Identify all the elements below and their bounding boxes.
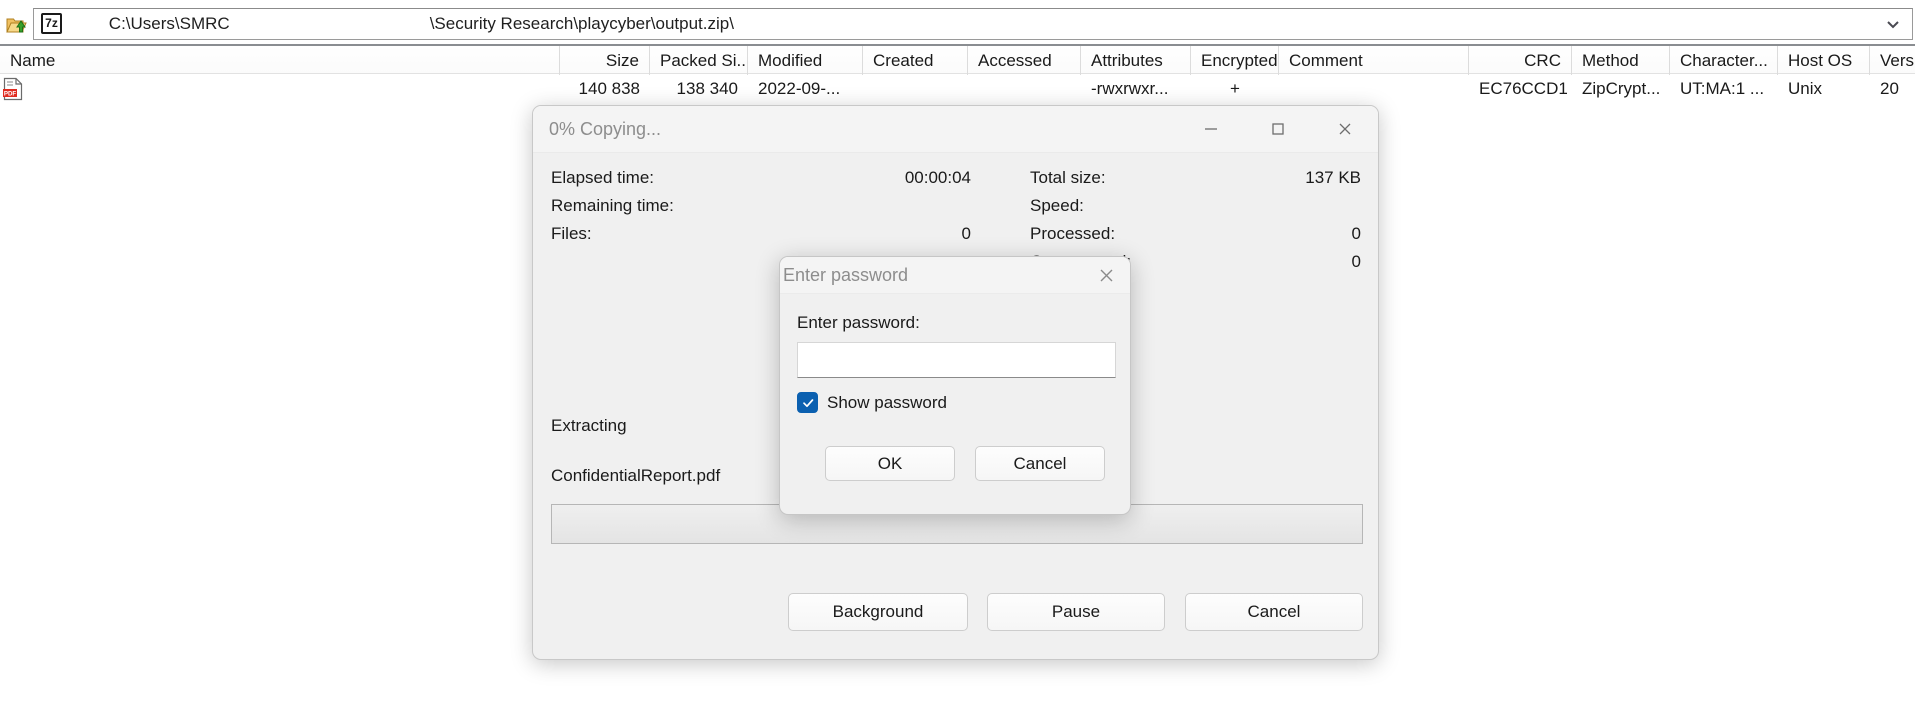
column-header-encrypted[interactable]: Encrypted [1191, 46, 1279, 75]
show-password-row[interactable]: Show password [797, 392, 947, 413]
up-one-level-button[interactable] [1, 9, 31, 39]
stat-value-right-0: 137 KB [1305, 168, 1361, 187]
column-header-name[interactable]: Name [0, 46, 560, 75]
column-header-host-os[interactable]: Host OS [1778, 46, 1870, 75]
column-header-vers[interactable]: Vers [1870, 46, 1915, 75]
cell-name: PDF [0, 74, 560, 104]
stat-label-left-1: Remaining time: [551, 196, 674, 215]
password-dialog-titlebar[interactable]: Enter password [780, 257, 1130, 294]
close-icon [1339, 123, 1350, 135]
background-button[interactable]: Background [788, 593, 968, 631]
stat-value-right-2: 0 [1351, 224, 1361, 243]
column-header-attributes[interactable]: Attributes [1081, 46, 1191, 75]
cell-encrypted: + [1230, 79, 1240, 98]
cell-version: 20 [1880, 79, 1899, 98]
maximize-button[interactable] [1244, 106, 1311, 152]
address-path-suffix: \Security Research\playcyber\output.zip\ [429, 13, 734, 33]
cell-size: 140 838 [578, 79, 640, 98]
stat-row: Remaining time: Speed: [551, 196, 1363, 224]
column-header-crc[interactable]: CRC [1469, 46, 1572, 75]
stat-label-right-0: Total size: [1030, 168, 1106, 187]
enter-password-dialog: Enter password Enter password: Show pass… [779, 256, 1131, 515]
cell-attributes: -rwxrwxr... [1091, 79, 1169, 98]
pdf-file-icon: PDF [3, 77, 23, 101]
column-header-method[interactable]: Method [1572, 46, 1670, 75]
minimize-icon [1204, 128, 1217, 130]
seven-zip-icon: 7z [41, 13, 62, 34]
column-header-modified[interactable]: Modified [748, 46, 863, 75]
stat-value-left-2: 0 [961, 224, 971, 243]
column-header-created[interactable]: Created [863, 46, 968, 75]
table-row[interactable]: PDF 140 838 138 340 2022-09-... -rwxrwxr... +… [0, 74, 1915, 104]
column-header-size[interactable]: Size [560, 46, 650, 75]
cell-accessed [968, 74, 1081, 104]
minimize-button[interactable] [1177, 106, 1244, 152]
close-button[interactable] [1311, 106, 1378, 152]
checkmark-icon [802, 398, 813, 407]
stat-label-left-0: Elapsed time: [551, 168, 654, 187]
file-list-column-headers: Name Size Packed Si... Modified Created Acces… [0, 44, 1915, 75]
password-field-label: Enter password: [797, 313, 920, 332]
stat-label-right-1: Speed: [1030, 196, 1084, 215]
cell-packed-size: 138 340 [676, 79, 738, 98]
cell-characteristics: UT:MA:1 ... [1680, 79, 1765, 98]
close-icon [1100, 269, 1112, 281]
cell-created [863, 74, 968, 104]
cell-modified: 2022-09-... [758, 79, 841, 98]
cell-comment [1279, 74, 1469, 104]
password-dialog-title: Enter password [783, 264, 909, 285]
current-file-name: ConfidentialReport.pdf [551, 466, 721, 485]
stat-value-left-0: 00:00:04 [904, 168, 971, 187]
up-folder-icon [6, 18, 27, 32]
progress-dialog-titlebar[interactable]: 0% Copying... [533, 106, 1378, 153]
address-path-prefix: C:\Users\SMRC [108, 13, 230, 33]
window-controls [1177, 106, 1378, 152]
cancel-password-button[interactable]: Cancel [975, 446, 1105, 481]
operation-label: Extracting [551, 416, 627, 435]
password-input[interactable] [797, 342, 1116, 378]
file-list[interactable]: PDF 140 838 138 340 2022-09-... -rwxrwxr... +… [0, 74, 1915, 106]
cell-crc: EC76CCD1 [1479, 79, 1568, 98]
column-header-comment[interactable]: Comment [1279, 46, 1469, 75]
stat-row: Files: 0 Processed: 0 [551, 224, 1363, 252]
toolbar: 7z C:\Users\SMRC \Security Research\playc… [0, 7, 1915, 40]
progress-dialog-buttons: Background Pause Cancel [533, 571, 1380, 659]
pause-button[interactable]: Pause [987, 593, 1165, 631]
cancel-progress-button[interactable]: Cancel [1185, 593, 1363, 631]
stat-label-right-2: Processed: [1030, 224, 1116, 243]
show-password-label: Show password [827, 392, 948, 412]
progress-dialog-title: 0% Copying... [549, 118, 662, 139]
password-dialog-close-button[interactable] [1086, 257, 1126, 293]
column-header-character[interactable]: Character... [1670, 46, 1778, 75]
chevron-down-icon[interactable] [1886, 17, 1900, 31]
ok-button[interactable]: OK [825, 446, 955, 481]
maximize-icon [1271, 123, 1284, 135]
column-header-accessed[interactable]: Accessed [968, 46, 1081, 75]
stat-value-right-3: 0 [1351, 252, 1361, 271]
column-header-packed-si[interactable]: Packed Si... [650, 46, 748, 75]
cell-method: ZipCrypt... [1582, 79, 1661, 98]
stat-row: Elapsed time: 00:00:04 Total size: 137 KB [551, 168, 1363, 196]
address-bar[interactable]: 7z C:\Users\SMRC \Security Research\playc… [33, 7, 1913, 40]
svg-text:PDF: PDF [4, 91, 17, 98]
show-password-checkbox[interactable] [797, 392, 818, 413]
cell-host-os: Unix [1788, 79, 1823, 98]
stat-label-left-2: Files: [551, 224, 592, 243]
